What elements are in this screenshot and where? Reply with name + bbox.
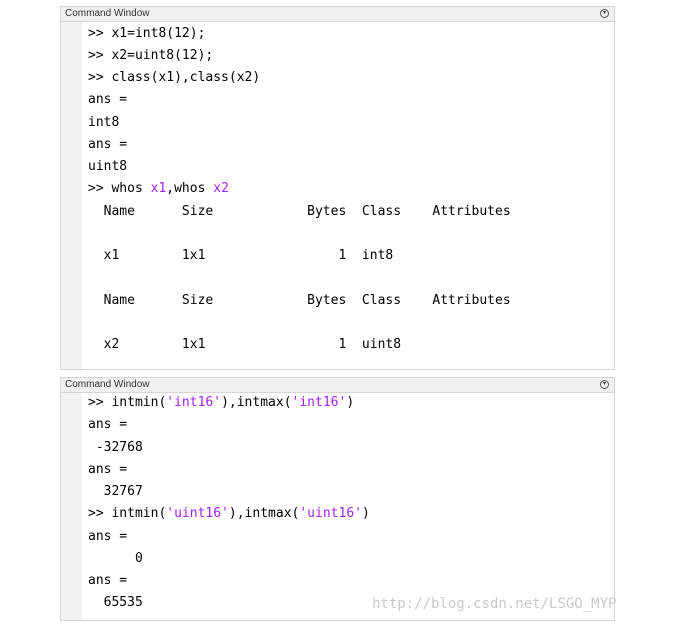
- command-line: x1 1x1 1 int8: [88, 246, 394, 266]
- command-text: x2 1x1 1 uint8: [88, 337, 402, 352]
- string-literal: x2: [213, 181, 229, 197]
- command-text: ans =: [88, 136, 128, 152]
- command-text: >> class(x1),class(x2): [88, 70, 261, 85]
- command-text: >> x2=uint8(12);: [88, 47, 214, 63]
- command-text: int8: [88, 114, 120, 130]
- command-line: ans =: [88, 135, 127, 155]
- window-title-bar: Command Window ▾: [61, 378, 614, 393]
- command-text: ans =: [88, 461, 128, 477]
- window-menu-icon[interactable]: ▾: [600, 9, 609, 18]
- command-line: 0: [88, 549, 143, 569]
- gutter: [61, 22, 82, 369]
- command-line: >> x1=int8(12);: [88, 24, 205, 44]
- command-text: ans =: [88, 528, 128, 544]
- command-line: ans =: [88, 90, 127, 110]
- command-line: ans =: [88, 571, 127, 591]
- command-window-2: Command Window ▾ >> intmin('int16'),intm…: [60, 377, 615, 621]
- command-text: >> whos: [88, 181, 151, 197]
- command-text: -32768: [88, 439, 143, 455]
- command-text: >> intmin(: [88, 506, 167, 522]
- command-line: int8: [88, 113, 119, 133]
- command-text: ,whos: [166, 181, 214, 197]
- command-text: 65535: [88, 595, 143, 611]
- command-line: ans =: [88, 460, 127, 480]
- gutter: [61, 393, 82, 620]
- command-text: ): [361, 506, 370, 522]
- watermark: http://blog.csdn.net/LSGO_MYP: [372, 596, 617, 612]
- command-text: uint8: [88, 159, 128, 174]
- command-line: Name Size Bytes Class Attributes: [88, 291, 511, 311]
- string-literal: 'uint16': [299, 506, 362, 522]
- command-text: ),intmax(: [228, 506, 300, 522]
- command-text: >> x1=int8(12);: [88, 25, 206, 41]
- command-line: Name Size Bytes Class Attributes: [88, 202, 511, 222]
- command-output[interactable]: >> x1=int8(12); >> x2=uint8(12); >> class(…: [88, 22, 614, 369]
- command-line: >> intmin('uint16'),intmax('uint16'): [88, 504, 370, 524]
- command-text: ans =: [88, 417, 128, 433]
- command-line: >> intmin('int16'),intmax('int16'): [88, 393, 354, 413]
- command-line: uint8: [88, 157, 127, 177]
- command-output[interactable]: >> intmin('int16'),intmax('int16') ans = …: [88, 393, 614, 620]
- command-line: ans =: [88, 527, 127, 547]
- command-line: >> whos x1,whos x2: [88, 179, 229, 199]
- command-text: x1 1x1 1 int8: [88, 248, 394, 263]
- command-text: ans =: [88, 573, 128, 588]
- command-text: ans =: [88, 92, 128, 108]
- command-text: ),intmax(: [221, 395, 292, 410]
- command-text: 0: [88, 550, 143, 566]
- command-line: >> class(x1),class(x2): [88, 68, 260, 88]
- command-window-1: Command Window ▾ >> x1=int8(12); >> x2=ui…: [60, 6, 615, 370]
- string-literal: x1: [150, 181, 167, 197]
- command-text: >> intmin(: [88, 395, 167, 410]
- command-text: ): [346, 395, 355, 410]
- command-text: Name Size Bytes Class Attributes: [88, 292, 511, 308]
- command-line: 32767: [88, 482, 143, 502]
- command-text: Name Size Bytes Class Attributes: [88, 203, 511, 219]
- command-line: x2 1x1 1 uint8: [88, 335, 401, 355]
- window-title: Command Window: [65, 8, 150, 19]
- command-line: 65535: [88, 593, 143, 613]
- string-literal: 'int16': [166, 395, 222, 410]
- window-title: Command Window: [65, 379, 150, 390]
- window-menu-icon[interactable]: ▾: [600, 380, 609, 389]
- window-title-bar: Command Window ▾: [61, 7, 614, 22]
- string-literal: 'int16': [291, 395, 347, 410]
- command-line: -32768: [88, 438, 143, 458]
- string-literal: 'uint16': [166, 506, 229, 522]
- command-line: ans =: [88, 415, 127, 435]
- command-text: 32767: [88, 484, 143, 499]
- command-line: >> x2=uint8(12);: [88, 46, 213, 66]
